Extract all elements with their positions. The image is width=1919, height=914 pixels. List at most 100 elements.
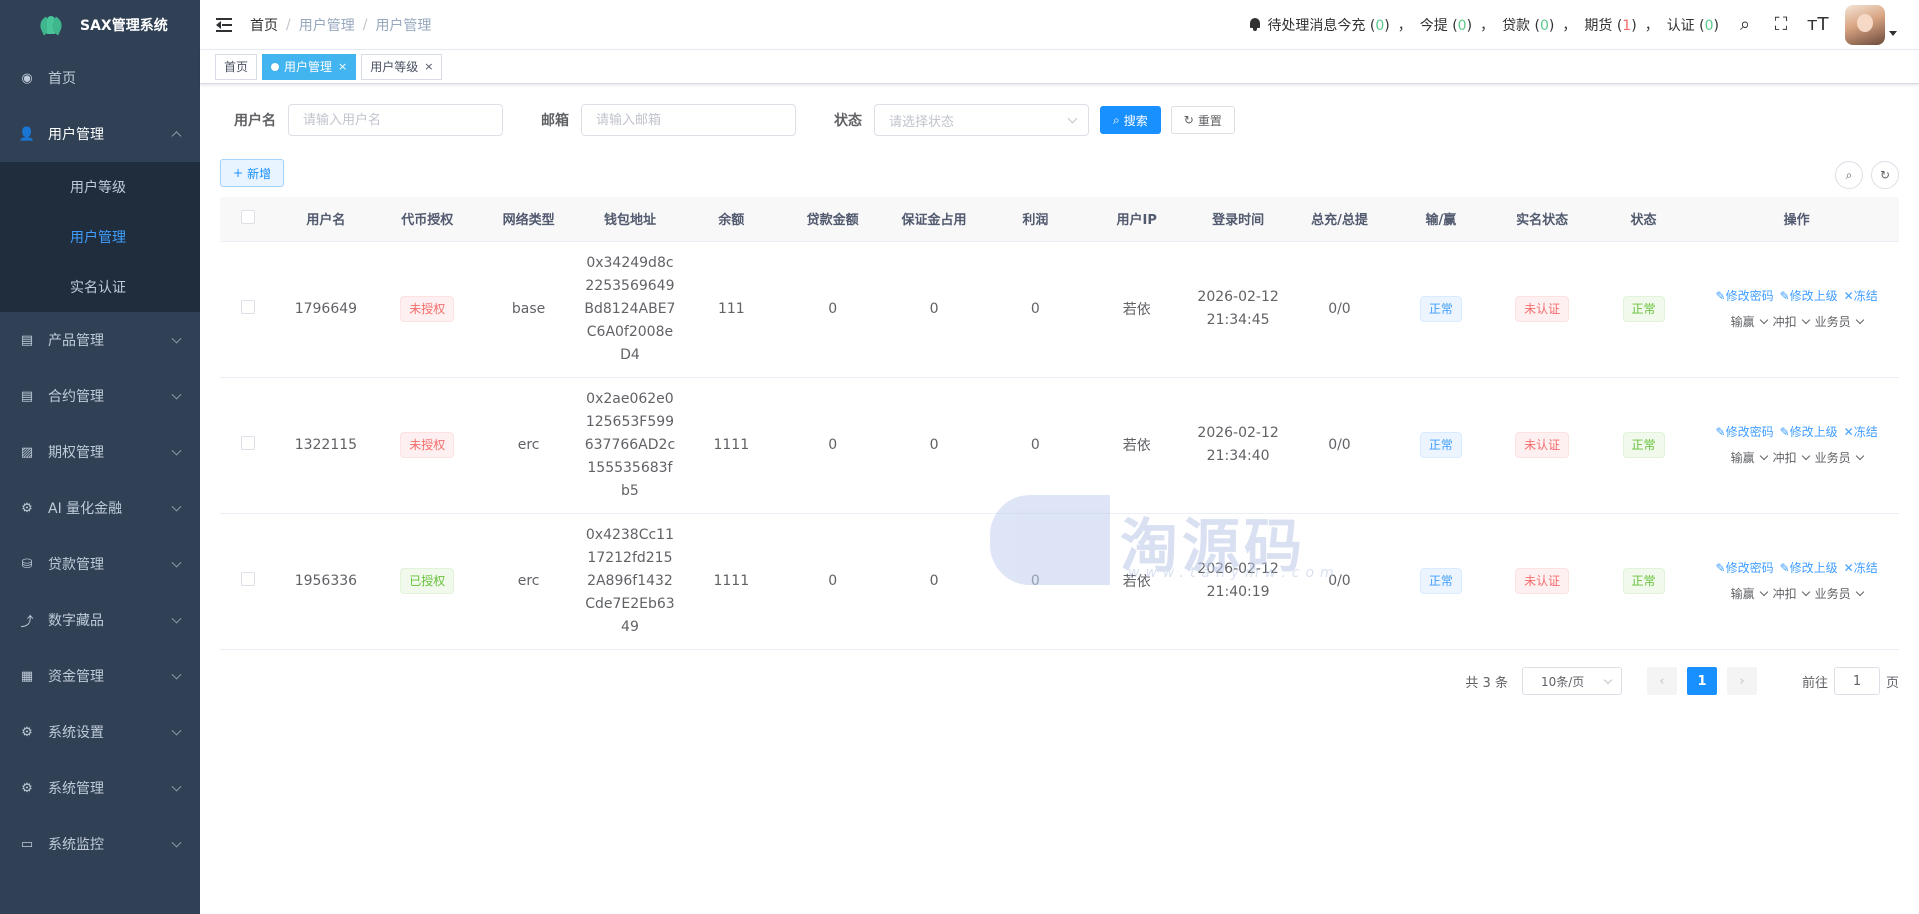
chevron-down-icon (171, 131, 182, 142)
tab-page[interactable]: 用户等级 × (361, 53, 443, 80)
page-number-button[interactable]: 1 (1686, 667, 1717, 695)
column-header: 状态 (1592, 197, 1695, 242)
prev-page-button[interactable]: ‹ (1646, 667, 1677, 695)
winlose-badge: 正常 (1419, 568, 1462, 594)
column-header: 操作 (1694, 197, 1899, 242)
chevron-down-icon (171, 333, 182, 344)
search-button[interactable]: ⌕ 搜索 (1100, 106, 1161, 134)
page-size-select[interactable]: 10条/页 (1521, 667, 1622, 695)
app-title: SAX管理系统 (80, 18, 168, 34)
tab-home[interactable]: 首页 (215, 53, 258, 80)
select-all-checkbox[interactable] (240, 209, 255, 224)
freeze-link[interactable]: ✕冻结 (1844, 425, 1878, 439)
offset-dropdown[interactable]: 冲扣 (1773, 315, 1809, 329)
sidebar-item[interactable]: ⚙ 系统设置 (0, 704, 200, 760)
sidebar-item[interactable]: ▤ 产品管理 (0, 312, 200, 368)
edit-parent-link[interactable]: ✎修改上级 (1780, 289, 1838, 303)
sidebar-item-label: 合约管理 (48, 389, 104, 405)
edit-parent-link[interactable]: ✎修改上级 (1780, 425, 1838, 439)
winlose-dropdown[interactable]: 输赢 (1731, 315, 1767, 329)
caret-down-icon[interactable] (1889, 31, 1897, 36)
agent-dropdown[interactable]: 业务员 (1815, 587, 1863, 601)
column-header: 实名状态 (1491, 197, 1593, 242)
sidebar-item[interactable]: ▭ 系统监控 (0, 816, 200, 872)
chevron-down-icon (171, 445, 182, 456)
row-checkbox[interactable] (240, 436, 255, 450)
document-icon: ▤ (20, 332, 34, 348)
column-header: 钱包地址 (579, 197, 681, 242)
goto-page-input[interactable] (1833, 667, 1880, 695)
agent-dropdown[interactable]: 业务员 (1815, 451, 1863, 465)
edit-password-link[interactable]: ✎修改密码 (1716, 425, 1774, 439)
sidebar-item[interactable]: ▨ 期权管理 (0, 424, 200, 480)
kyc-badge: 未认证 (1515, 432, 1570, 458)
auth-badge: 未授权 (400, 296, 455, 322)
offset-dropdown[interactable]: 冲扣 (1773, 587, 1809, 601)
cell-profit: 0 (984, 241, 1087, 378)
pending-counters[interactable]: 今充 (0)，今提 (0)，贷款 (0)，期货 (1)，认证 (0) (1337, 15, 1719, 35)
close-icon[interactable]: × (338, 60, 347, 73)
font-size-icon[interactable]: ᴛT (1807, 14, 1828, 35)
user-icon: 👤 (18, 126, 36, 142)
add-button[interactable]: + 新增 (220, 159, 285, 187)
chart-icon: ▨ (20, 444, 34, 460)
sidebar-item[interactable]: ⤴ 数字藏品 (0, 592, 200, 648)
row-checkbox[interactable] (240, 572, 255, 586)
breadcrumb-home[interactable]: 首页 (250, 15, 278, 35)
winlose-dropdown[interactable]: 输赢 (1731, 451, 1767, 465)
offset-dropdown[interactable]: 冲扣 (1773, 451, 1809, 465)
email-input[interactable] (581, 104, 796, 136)
freeze-link[interactable]: ✕冻结 (1844, 289, 1878, 303)
pending-count[interactable]: 0 (1540, 18, 1549, 34)
sidebar-subitem[interactable]: 实名认证 (0, 262, 200, 312)
freeze-link[interactable]: ✕冻结 (1844, 561, 1878, 575)
tab-label: 用户等级 (370, 60, 419, 74)
sidebar-item[interactable]: ◉ 首页 (0, 50, 200, 106)
edit-password-link[interactable]: ✎修改密码 (1716, 289, 1774, 303)
cell-loan: 0 (781, 377, 884, 514)
sidebar-subitem[interactable]: 用户管理 (0, 212, 200, 262)
winlose-dropdown[interactable]: 输赢 (1731, 587, 1767, 601)
status-label: 状态 (834, 113, 862, 129)
refresh-table-icon[interactable]: ↻ (1871, 161, 1899, 189)
sidebar-item[interactable]: ⛁ 贷款管理 (0, 536, 200, 592)
table-body: 1796649 未授权 base 0x34249d8c2253569649Bd8124… (220, 241, 1899, 650)
sidebar-item-label: 首页 (48, 71, 76, 87)
status-badge: 正常 (1622, 296, 1665, 322)
close-icon[interactable]: × (424, 60, 433, 73)
cell-login-time: 21:34:40 (1206, 448, 1270, 464)
cell-deposit: 0/0 (1288, 377, 1391, 514)
sidebar-item[interactable]: ▤ 合约管理 (0, 368, 200, 424)
reset-button[interactable]: ↻ 重置 (1170, 106, 1235, 134)
table-tools: ⌕ ↻ (1827, 161, 1899, 189)
avatar[interactable] (1845, 4, 1885, 45)
pending-count[interactable]: 0 (1458, 18, 1467, 34)
sidebar-item[interactable]: ⚙ 系统管理 (0, 760, 200, 816)
agent-dropdown[interactable]: 业务员 (1815, 315, 1863, 329)
username-input[interactable] (288, 104, 503, 136)
sidebar-subitem[interactable]: 用户等级 (0, 162, 200, 212)
next-page-button[interactable]: › (1726, 667, 1757, 695)
app-logo[interactable]: SAX管理系统 (0, 0, 200, 50)
hamburger-icon[interactable] (216, 17, 232, 32)
status-badge: 正常 (1622, 432, 1665, 458)
sidebar-item[interactable]: ⚙ AI 量化金融 (0, 480, 200, 536)
sidebar-item[interactable]: 👤 用户管理 (0, 106, 200, 162)
edit-parent-link[interactable]: ✎修改上级 (1780, 561, 1838, 575)
wallet-icon: ▦ (20, 668, 34, 684)
search-icon[interactable]: ⌕ (1735, 14, 1755, 35)
cell-wallet: 0x4238Cc1117212fd2152A896f1432Cde7E2Eb63… (585, 526, 675, 635)
cell-username: 1796649 (275, 241, 377, 378)
kyc-badge: 未认证 (1515, 568, 1570, 594)
pending-count[interactable]: 0 (1705, 18, 1714, 34)
edit-password-link[interactable]: ✎修改密码 (1716, 561, 1774, 575)
navbar-right: 待处理消息 今充 (0)，今提 (0)，贷款 (0)，期货 (1)，认证 (0)… (1249, 0, 1919, 50)
toggle-search-icon[interactable]: ⌕ (1835, 161, 1863, 189)
sidebar-item[interactable]: ▦ 资金管理 (0, 648, 200, 704)
row-checkbox[interactable] (240, 300, 255, 314)
pending-count[interactable]: 1 (1622, 18, 1631, 34)
tab-page[interactable]: 用户管理 × (262, 53, 357, 80)
status-select[interactable]: 请选择状态 (874, 104, 1089, 136)
pending-count[interactable]: 0 (1375, 18, 1384, 34)
fullscreen-icon[interactable]: ⛶ (1771, 14, 1791, 35)
